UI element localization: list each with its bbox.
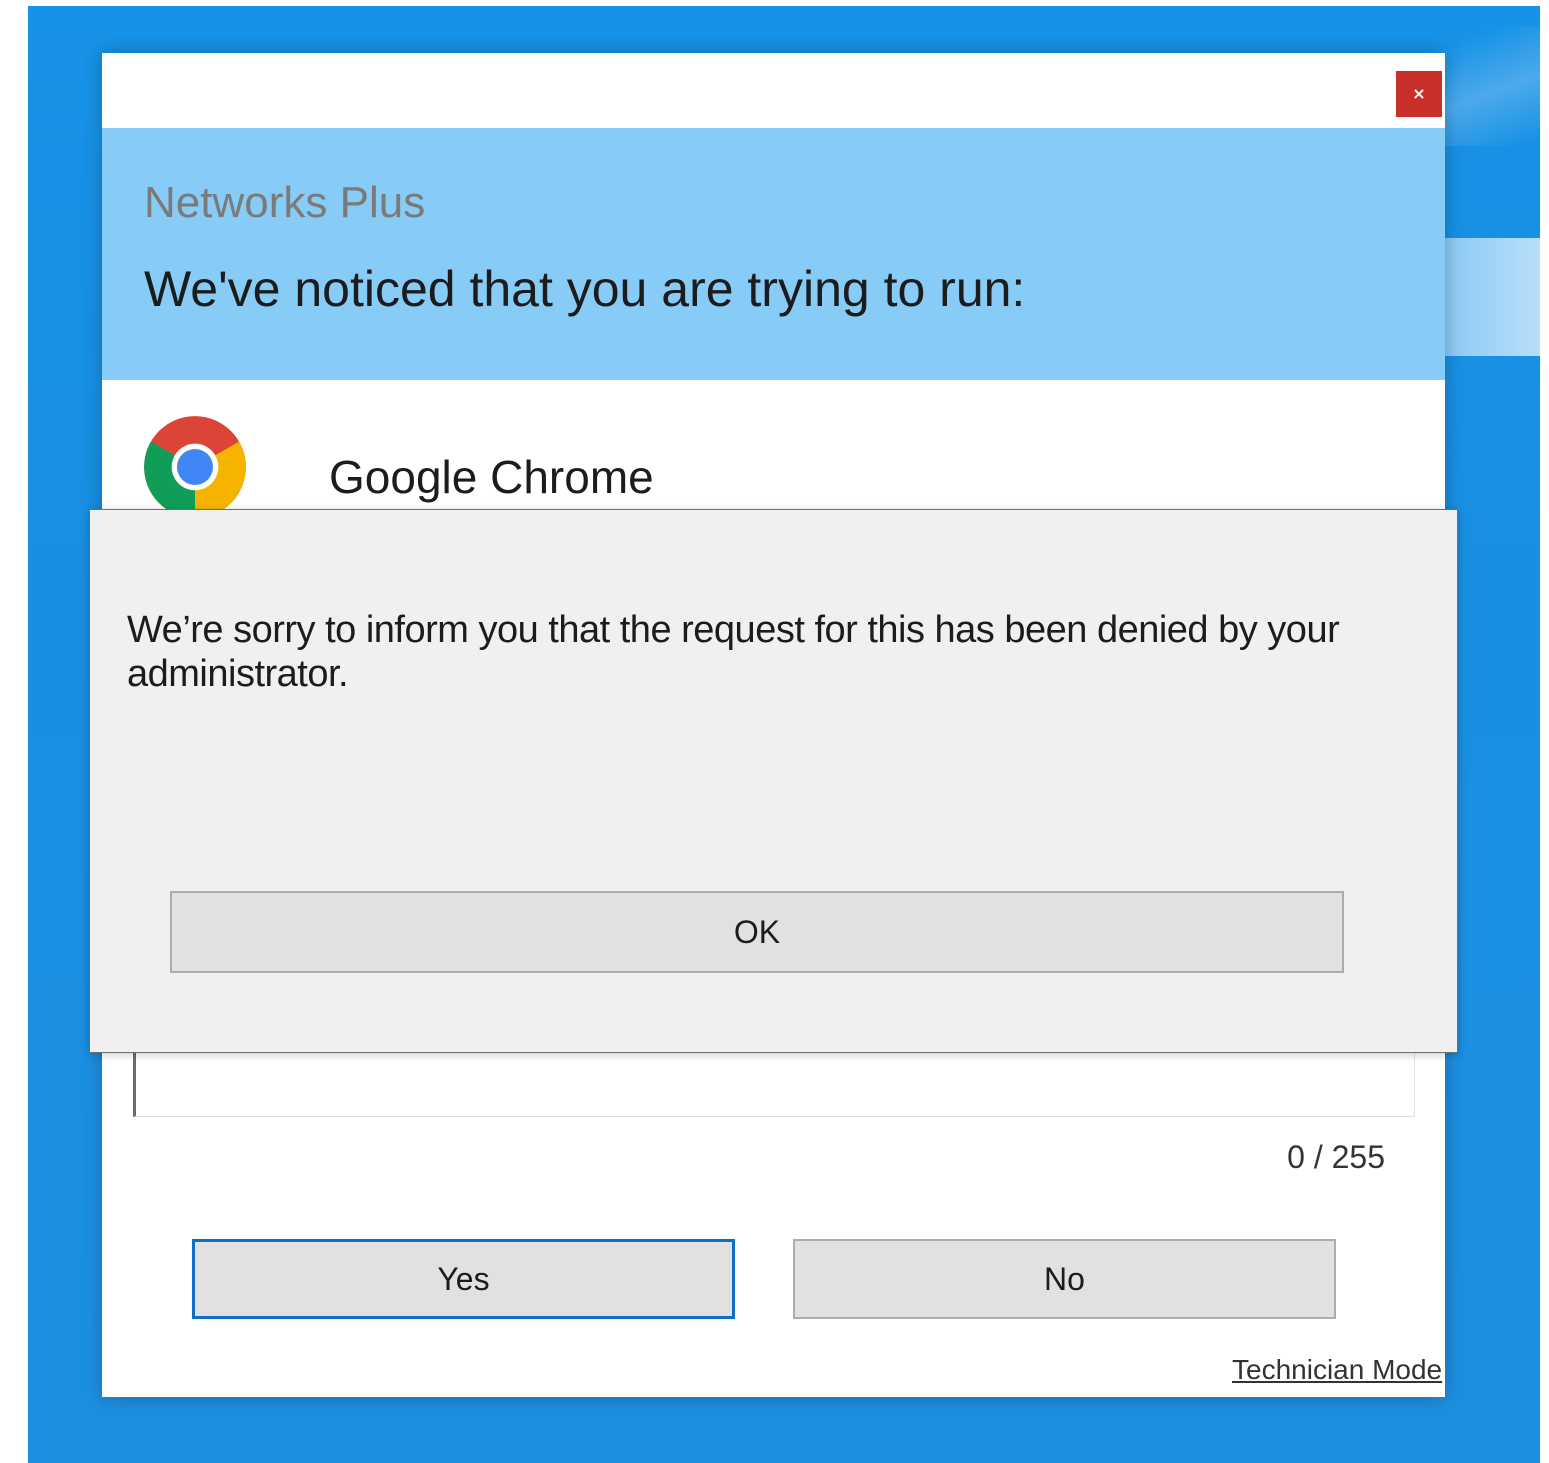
character-counter: 0 / 255	[1287, 1139, 1385, 1175]
close-icon: ×	[1412, 84, 1426, 103]
title-bar: ×	[102, 53, 1445, 128]
company-name: Networks Plus	[144, 178, 426, 227]
technician-mode-link[interactable]: Technician Mode	[1232, 1354, 1442, 1386]
denied-dialog: We’re sorry to inform you that the reque…	[89, 509, 1458, 1053]
denied-message: We’re sorry to inform you that the reque…	[127, 609, 1340, 695]
google-chrome-icon	[144, 416, 246, 518]
yes-button[interactable]: Yes	[192, 1239, 735, 1319]
close-button[interactable]: ×	[1396, 71, 1442, 117]
no-button[interactable]: No	[793, 1239, 1336, 1319]
notice-heading: We've noticed that you are trying to run…	[144, 261, 1026, 317]
ok-button[interactable]: OK	[170, 891, 1344, 973]
requested-app-row: Google Chrome	[102, 380, 1445, 520]
header-banner: Networks Plus We've noticed that you are…	[102, 128, 1445, 380]
app-name: Google Chrome	[329, 451, 654, 503]
